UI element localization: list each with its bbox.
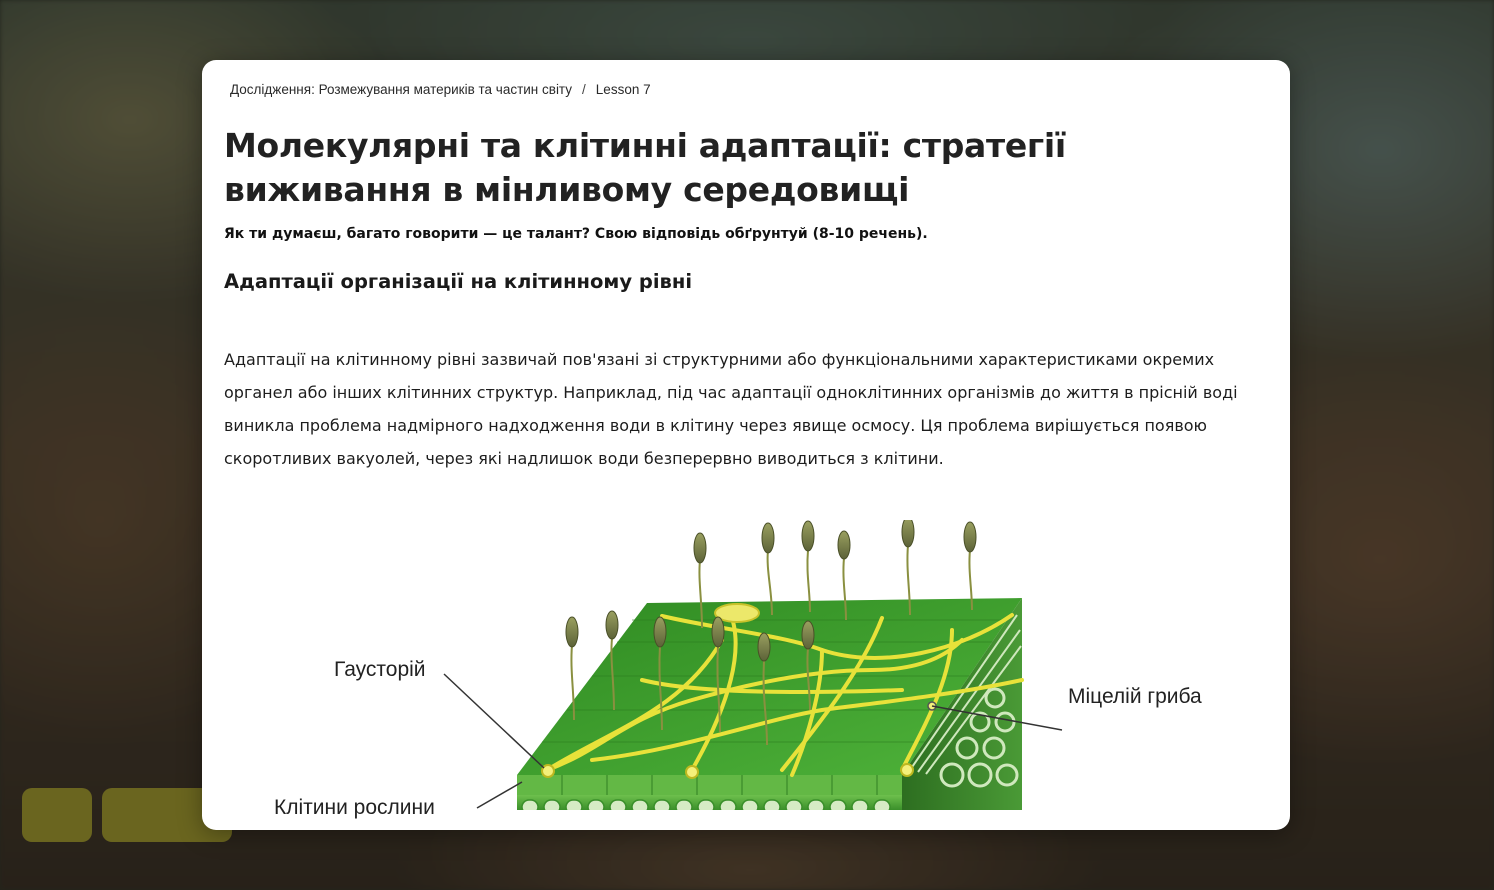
- breadcrumb-course-link[interactable]: Дослідження: Розмежування материків та ч…: [230, 82, 572, 97]
- cell-adaptation-figure: Гаусторій Міцелій гриба Клітини рослини: [262, 516, 1242, 819]
- breadcrumb: Дослідження: Розмежування материків та ч…: [230, 82, 651, 97]
- lesson-card: Дослідження: Розмежування материків та ч…: [202, 60, 1290, 830]
- lesson-prompt: Як ти думаєш, багато говорити — це талан…: [224, 226, 928, 242]
- breadcrumb-separator: /: [582, 82, 586, 97]
- page-title: Молекулярні та клітинні адаптації: страт…: [224, 126, 1066, 209]
- lesson-paragraph: Адаптації на клітинному рівні зазвичай п…: [224, 350, 1238, 468]
- breadcrumb-lesson: Lesson 7: [595, 82, 651, 97]
- leaf-epidermis-front: [517, 775, 902, 795]
- figure-label-mycelium: Міцелій гриба: [1068, 685, 1202, 708]
- figure-label-plant-cells: Клітини рослини: [274, 796, 435, 819]
- figure-label-haustorium: Гаусторій: [334, 658, 426, 681]
- section-heading: Адаптації організації на клітинному рівн…: [224, 270, 693, 293]
- background-button-blurred: [22, 788, 92, 842]
